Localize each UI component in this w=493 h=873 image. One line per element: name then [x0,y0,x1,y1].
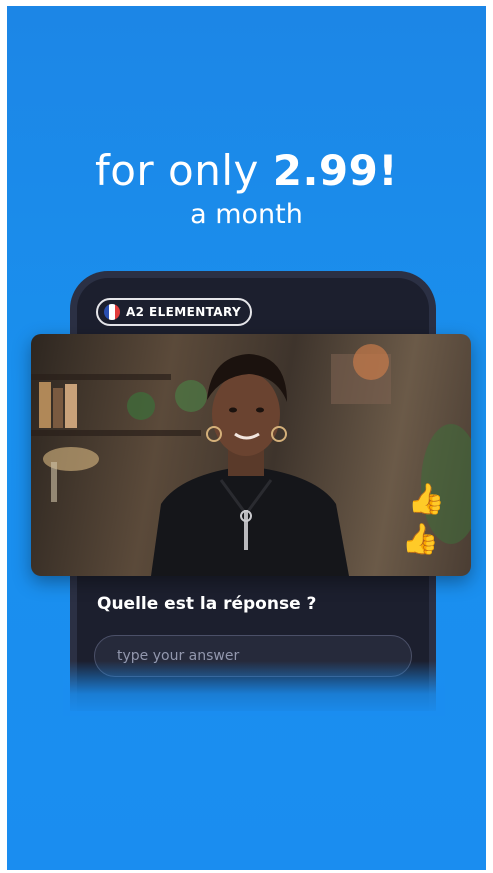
france-flag-icon [104,304,120,320]
phone-fade-overlay [63,661,445,716]
promo-screen: for only 2.99! a month A2 ELEMENTARY 👍 👍… [7,6,486,870]
promo-lead-text: for only [94,146,273,195]
promo-price: 2.99! [272,146,399,195]
level-badge: A2 ELEMENTARY [96,298,253,326]
level-badge-label: A2 ELEMENTARY [126,305,242,319]
promo-subheadline: a month [190,199,303,230]
question-text: Quelle est la réponse ? [97,594,317,614]
video-player[interactable]: 👍 👍 [31,334,471,576]
thumbs-up-icon: 👍 [401,522,439,557]
promo-headline: for only 2.99! [7,146,486,195]
thumbs-up-icon: 👍 [407,482,445,517]
